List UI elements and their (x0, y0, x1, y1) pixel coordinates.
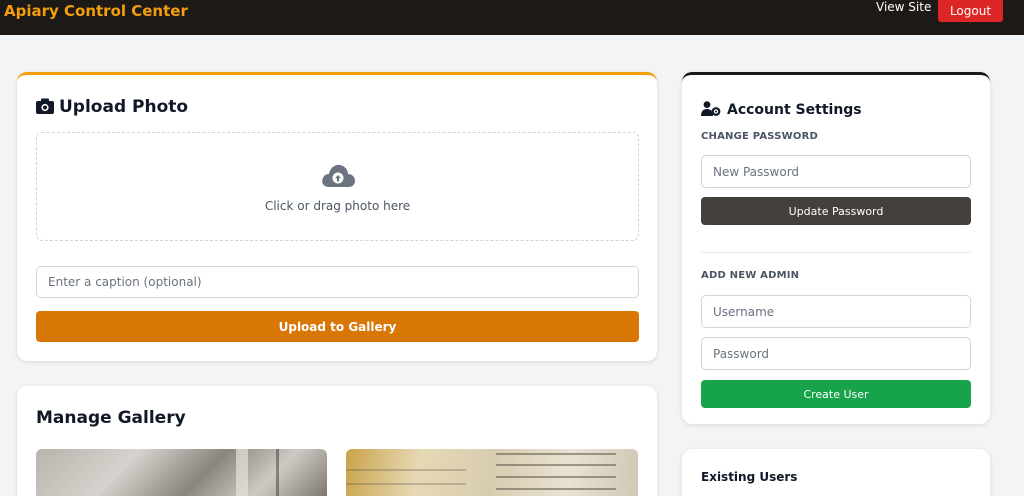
view-site-link[interactable]: View Site (876, 0, 931, 14)
user-gear-icon (701, 101, 721, 120)
existing-users-title: Existing Users (701, 470, 798, 484)
account-settings-card: Account Settings CHANGE PASSWORD Update … (682, 72, 990, 424)
upload-card-header: Upload Photo (36, 97, 188, 118)
upload-card-title: Upload Photo (59, 97, 189, 117)
admin-password-input[interactable] (701, 337, 971, 370)
change-password-label: CHANGE PASSWORD (701, 131, 818, 142)
gallery-photo-2[interactable] (346, 449, 638, 496)
upload-to-gallery-button[interactable]: Upload to Gallery (36, 311, 639, 342)
update-password-button[interactable]: Update Password (701, 197, 971, 225)
brand-title: Apiary Control Center (4, 2, 188, 20)
username-input[interactable] (701, 295, 971, 328)
existing-users-card: Existing Users (682, 449, 990, 496)
new-password-input[interactable] (701, 155, 971, 188)
gallery-card-title: Manage Gallery (36, 408, 186, 428)
upload-photo-card: Upload Photo Click or drag photo here Up… (17, 72, 657, 361)
logout-button[interactable]: Logout (938, 0, 1003, 22)
account-card-title: Account Settings (727, 102, 862, 118)
photo-dropzone[interactable]: Click or drag photo here (36, 132, 639, 241)
top-nav-bar: Apiary Control Center View Site Logout (0, 0, 1024, 35)
section-divider (701, 252, 971, 253)
cloud-upload-icon (320, 161, 356, 189)
camera-icon (36, 98, 54, 118)
add-new-admin-label: ADD NEW ADMIN (701, 270, 800, 281)
create-user-button[interactable]: Create User (701, 380, 971, 408)
manage-gallery-card: Manage Gallery (17, 386, 657, 496)
dropzone-text: Click or drag photo here (264, 199, 411, 213)
gallery-photo-1[interactable] (36, 449, 327, 496)
account-card-header: Account Settings (701, 99, 862, 120)
caption-input[interactable] (36, 266, 639, 298)
